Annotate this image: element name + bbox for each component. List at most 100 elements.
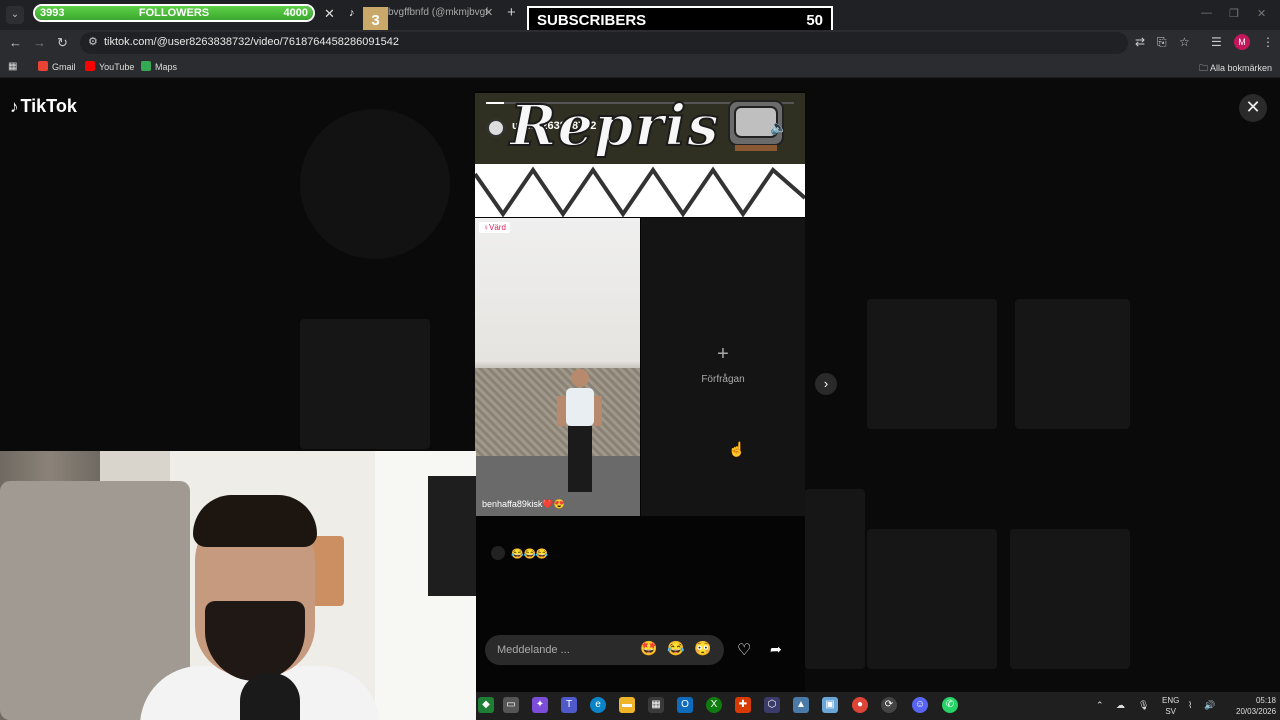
reaction-flushed[interactable]: 😳	[694, 640, 711, 657]
bookmark-star-icon[interactable]: ☆	[1179, 35, 1190, 49]
tab-close-icon[interactable]: ✕	[484, 6, 493, 19]
store-icon[interactable]: ▦	[648, 697, 664, 713]
tab-title[interactable]: bvgffbnfd (@mkmjbvgffb	[388, 7, 488, 18]
m365-icon[interactable]: ✚	[735, 697, 751, 713]
bookmark-label: Maps	[155, 62, 178, 72]
close-live-button[interactable]: ✕	[1239, 94, 1267, 122]
like-heart-icon[interactable]: ♡	[737, 640, 751, 660]
lang-bottom: SV	[1165, 707, 1176, 716]
install-app-icon[interactable]: ⎘	[1157, 35, 1167, 50]
tiktok-note-icon: ♪	[10, 97, 19, 116]
teams-icon[interactable]: T	[561, 697, 577, 713]
tab-search-dropdown[interactable]: ⌄	[6, 6, 24, 24]
file-explorer-icon[interactable]: ▬	[619, 697, 635, 713]
chat-text: 😂😂😂	[511, 549, 549, 560]
minimize-icon[interactable]: —	[1201, 7, 1212, 19]
volume-icon[interactable]: 🔊	[1204, 700, 1215, 711]
share-icon[interactable]: ➦	[770, 641, 782, 658]
menu-icon[interactable]: ⋮	[1262, 35, 1274, 49]
site-info-icon[interactable]: ⚙	[88, 35, 98, 48]
system-clock[interactable]: 05:18 20/03/2026	[1236, 695, 1276, 717]
mouse-cursor-icon: ☝	[728, 441, 746, 457]
bookmark-label: Gmail	[52, 62, 76, 72]
reaction-starstruck[interactable]: 🤩	[640, 640, 657, 657]
app-icon[interactable]: ⬡	[764, 697, 780, 713]
subscribers-label: SUBSCRIBERS	[537, 12, 647, 29]
chrome-icon[interactable]: ●	[852, 697, 868, 713]
chat-avatar	[491, 546, 505, 560]
whatsapp-icon[interactable]: ✆	[942, 697, 958, 713]
followers-goal-overlay: 3993 FOLLOWERS 4000	[33, 4, 315, 22]
video-thumb-dim	[1010, 529, 1130, 669]
video-thumb-dim	[805, 489, 865, 669]
profile-avatar[interactable]: M	[1234, 34, 1250, 50]
video-thumb-dim	[1015, 299, 1130, 429]
discord-icon[interactable]: ☺	[912, 697, 928, 713]
taskview-icon[interactable]: ▭	[503, 697, 519, 713]
guest-video[interactable]: ♀Värd benhaffa89kisk❤️😍	[475, 218, 640, 516]
gallery-icon[interactable]: ▣	[822, 697, 838, 713]
bookmark-maps[interactable]: Maps	[141, 61, 177, 72]
tab-strip: ⌄ 3993 FOLLOWERS 4000 ✕ ♪ 3 bvgffbnfd (@…	[0, 0, 1280, 34]
close-icon: ✕	[1245, 97, 1261, 117]
photos-icon[interactable]: ▲	[793, 697, 809, 713]
copilot-icon[interactable]: ✦	[532, 697, 548, 713]
plus-icon[interactable]: +	[641, 343, 805, 366]
translate-icon[interactable]: ⇄	[1135, 35, 1145, 49]
window-close-icon[interactable]: ✕	[1257, 7, 1266, 20]
maximize-icon[interactable]: ❐	[1229, 7, 1239, 20]
next-live-button[interactable]: ›	[815, 373, 837, 395]
webcam-microphone	[240, 673, 300, 720]
video-thumb-dim	[300, 319, 430, 449]
tray-chevron-up-icon[interactable]: ⌃	[1096, 700, 1104, 711]
streamer-webcam	[0, 451, 476, 720]
tiktok-logo-text: TikTok	[20, 96, 77, 116]
wifi-icon[interactable]: ⌇	[1188, 700, 1192, 711]
chevron-right-icon: ›	[823, 376, 829, 391]
tab-close-icon[interactable]: ✕	[324, 6, 335, 22]
live-viewer: user8263838732 Repris 🔈 ♀Värd benhaffa89…	[475, 91, 805, 693]
message-input[interactable]: Meddelande ... 🤩 😂 😳	[485, 635, 724, 665]
bookmark-gmail[interactable]: Gmail	[38, 61, 76, 72]
maps-icon	[141, 61, 151, 71]
url-text[interactable]: tiktok.com/@user8263838732/video/7618764…	[104, 36, 399, 48]
reaction-laugh[interactable]: 😂	[667, 640, 684, 657]
reload-icon[interactable]: ↻	[57, 35, 68, 51]
bookmark-label: YouTube	[99, 62, 135, 72]
video-thumb-dim	[867, 529, 997, 669]
host-avatar[interactable]	[487, 119, 505, 137]
microphone-icon[interactable]: 🎙	[1138, 700, 1149, 711]
back-icon[interactable]: ←	[9, 35, 22, 50]
edge-icon[interactable]: e	[590, 697, 606, 713]
request-panel[interactable]: + Förfrågan	[641, 218, 805, 516]
address-bar[interactable]: ⚙ tiktok.com/@user8263838732/video/76187…	[80, 32, 1128, 54]
language-indicator[interactable]: ENG SV	[1162, 695, 1179, 717]
xbox-icon[interactable]: X	[706, 697, 722, 713]
chat-message: 😂😂😂	[491, 546, 548, 560]
zigzag-graphic	[475, 164, 805, 217]
bookmark-youtube[interactable]: YouTube	[85, 61, 134, 72]
reading-list-icon[interactable]: ☰	[1211, 35, 1222, 49]
repris-title: Repris	[509, 92, 720, 160]
guest-name[interactable]: benhaffa89kisk❤️😍	[482, 499, 565, 510]
cloud-icon[interactable]: ☁	[1116, 700, 1125, 711]
folder-icon: 🗀	[1199, 63, 1211, 73]
toolbar: ← → ↻ ⚙ tiktok.com/@user8263838732/video…	[0, 30, 1280, 56]
followers-goal: 4000	[283, 7, 308, 19]
lang-top: ENG	[1162, 696, 1180, 705]
forward-icon[interactable]: →	[33, 35, 46, 50]
clock-time: 05:18	[1255, 696, 1276, 705]
volume-icon[interactable]: 🔈	[770, 119, 787, 136]
apps-grid-icon[interactable]: ▦	[8, 61, 17, 72]
subscribers-count: 50	[806, 12, 823, 29]
request-label[interactable]: Förfrågan	[641, 374, 805, 385]
app-icon[interactable]: ◆	[478, 697, 494, 713]
new-tab-icon[interactable]: +	[507, 4, 516, 21]
all-bookmarks[interactable]: 🗀 Alla bokmärken	[1199, 61, 1272, 77]
outlook-icon[interactable]: O	[677, 697, 693, 713]
app-icon[interactable]: ⟳	[881, 697, 897, 713]
all-bookmarks-label: Alla bokmärken	[1210, 63, 1273, 73]
message-placeholder: Meddelande ...	[497, 644, 570, 656]
windows-taskbar: ◆ ▭ ✦ T e ▬ ▦ O X ✚ ⬡ ▲ ▣ ● ⟳ ☺ ✆ ⌃ ☁ 🎙 …	[476, 692, 1280, 720]
tiktok-logo[interactable]: ♪ TikTok	[10, 96, 77, 117]
